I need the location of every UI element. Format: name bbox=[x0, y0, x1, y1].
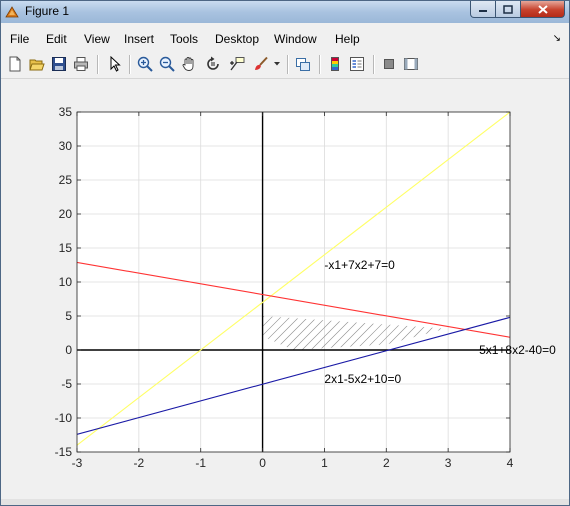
y-tick-label: 35 bbox=[59, 105, 73, 119]
zoom-out-button[interactable] bbox=[157, 54, 177, 74]
link-plot-icon bbox=[296, 58, 310, 71]
x-tick-label: 2 bbox=[383, 456, 390, 470]
matlab-figure-icon bbox=[5, 6, 19, 18]
insert-legend-button[interactable] bbox=[347, 54, 367, 74]
y-tick-label: 20 bbox=[59, 207, 73, 221]
x-tick-label: -1 bbox=[195, 456, 206, 470]
data-cursor-icon bbox=[230, 57, 245, 71]
save-figure-button[interactable] bbox=[49, 54, 69, 74]
menu-file[interactable]: File bbox=[10, 32, 29, 46]
y-tick-label: 10 bbox=[59, 275, 73, 289]
printer-icon bbox=[74, 57, 88, 71]
insert-colorbar-button[interactable] bbox=[325, 54, 345, 74]
data-cursor-button[interactable] bbox=[227, 54, 247, 74]
y-tick-label: 25 bbox=[59, 173, 73, 187]
figure-window: Figure 1 File Edit View Insert Tools Des… bbox=[0, 0, 570, 506]
hatch-line bbox=[506, 112, 569, 452]
minimize-button[interactable] bbox=[470, 1, 496, 18]
menu-desktop[interactable]: Desktop bbox=[215, 32, 259, 46]
new-figure-button[interactable] bbox=[5, 54, 25, 74]
y-tick-label: 30 bbox=[59, 139, 73, 153]
rotate-icon bbox=[207, 56, 219, 70]
figure-toolbar bbox=[1, 51, 569, 79]
brush-button[interactable] bbox=[251, 54, 271, 74]
hatch-line bbox=[560, 112, 569, 452]
x-tick-label: 3 bbox=[445, 456, 452, 470]
close-button[interactable] bbox=[521, 1, 565, 18]
toolbar-separator bbox=[129, 55, 131, 74]
window-title: Figure 1 bbox=[25, 4, 70, 18]
menu-bar: File Edit View Insert Tools Desktop Wind… bbox=[1, 28, 569, 50]
hatch-line bbox=[542, 112, 569, 452]
hatch-line bbox=[515, 112, 569, 452]
menu-view[interactable]: View bbox=[84, 32, 110, 46]
edit-plot-button[interactable] bbox=[105, 54, 125, 74]
plot-axes[interactable]: -3 -2 -1 0 1 2 3 4 -15-10-505101520253035 -x1+7… bbox=[1, 79, 569, 499]
zoom-out-icon bbox=[159, 56, 175, 72]
x-tick-label: 4 bbox=[507, 456, 514, 470]
toolbar-separator bbox=[373, 55, 375, 74]
menu-tools[interactable]: Tools bbox=[170, 32, 198, 46]
y-tick-label: -15 bbox=[55, 445, 73, 459]
print-figure-button[interactable] bbox=[71, 54, 91, 74]
hatch-line bbox=[524, 112, 569, 452]
chevron-down-icon bbox=[274, 62, 280, 66]
open-folder-icon bbox=[29, 59, 45, 71]
close-icon bbox=[537, 4, 548, 14]
y-tick-label: 0 bbox=[65, 343, 72, 357]
x-tick-label: 1 bbox=[321, 456, 328, 470]
hide-plot-tools-button[interactable] bbox=[379, 54, 399, 74]
toolbar-separator bbox=[287, 55, 289, 74]
new-document-icon bbox=[9, 56, 21, 72]
toolbar-separator bbox=[97, 55, 99, 74]
zoom-in-icon bbox=[137, 56, 153, 72]
menu-insert[interactable]: Insert bbox=[124, 32, 154, 46]
annotation-label: 2x1-5x2+10=0 bbox=[324, 372, 401, 386]
x-tick-labels: -3 -2 -1 0 1 2 3 4 bbox=[72, 456, 514, 470]
y-tick-labels: -15 -10 -5 0 5 10 15 20 25 30 35 bbox=[55, 105, 73, 459]
brush-icon bbox=[255, 56, 268, 70]
link-plot-button[interactable] bbox=[293, 54, 313, 74]
minimize-icon bbox=[479, 10, 487, 12]
x-tick-label: -2 bbox=[134, 456, 145, 470]
dock-arrow-icon[interactable]: ↘ bbox=[553, 33, 561, 44]
colorbar-icon bbox=[331, 57, 339, 71]
hand-icon bbox=[182, 57, 194, 71]
annotation-label: -x1+7x2+7=0 bbox=[324, 258, 395, 272]
save-icon bbox=[52, 57, 66, 71]
maximize-button[interactable] bbox=[496, 1, 521, 18]
show-plot-tools-button[interactable] bbox=[401, 54, 421, 74]
hatch-line bbox=[551, 112, 569, 452]
brush-dropdown-button[interactable] bbox=[271, 54, 283, 74]
open-file-button[interactable] bbox=[27, 54, 47, 74]
window-controls bbox=[470, 1, 565, 19]
y-tick-label: -5 bbox=[61, 377, 72, 391]
menu-window[interactable]: Window bbox=[274, 32, 317, 46]
figure-canvas[interactable]: -3 -2 -1 0 1 2 3 4 -15 -10 -5 0 5 10 15 20 25 30 35 -x1+7… bbox=[1, 79, 569, 499]
y-tick-label: 5 bbox=[65, 309, 72, 323]
show-plot-tools-icon bbox=[404, 58, 418, 70]
menu-edit[interactable]: Edit bbox=[46, 32, 67, 46]
x-tick-label: -3 bbox=[72, 456, 83, 470]
hide-plot-tools-icon bbox=[384, 59, 394, 69]
toolbar-separator bbox=[319, 55, 321, 74]
rotate-3d-button[interactable] bbox=[203, 54, 223, 74]
annotation-label: 5x1+8x2-40=0 bbox=[479, 343, 556, 357]
arrow-cursor-icon bbox=[110, 56, 121, 72]
status-strip bbox=[1, 499, 569, 505]
x-tick-label: 0 bbox=[259, 456, 266, 470]
pan-button[interactable] bbox=[179, 54, 199, 74]
menu-help[interactable]: Help bbox=[335, 32, 360, 46]
y-tick-label: 15 bbox=[59, 241, 73, 255]
zoom-in-button[interactable] bbox=[135, 54, 155, 74]
legend-icon bbox=[350, 57, 364, 71]
y-tick-label: -10 bbox=[55, 411, 73, 425]
title-bar[interactable]: Figure 1 bbox=[1, 1, 569, 23]
maximize-icon bbox=[503, 4, 513, 14]
hatch-line bbox=[533, 112, 569, 452]
